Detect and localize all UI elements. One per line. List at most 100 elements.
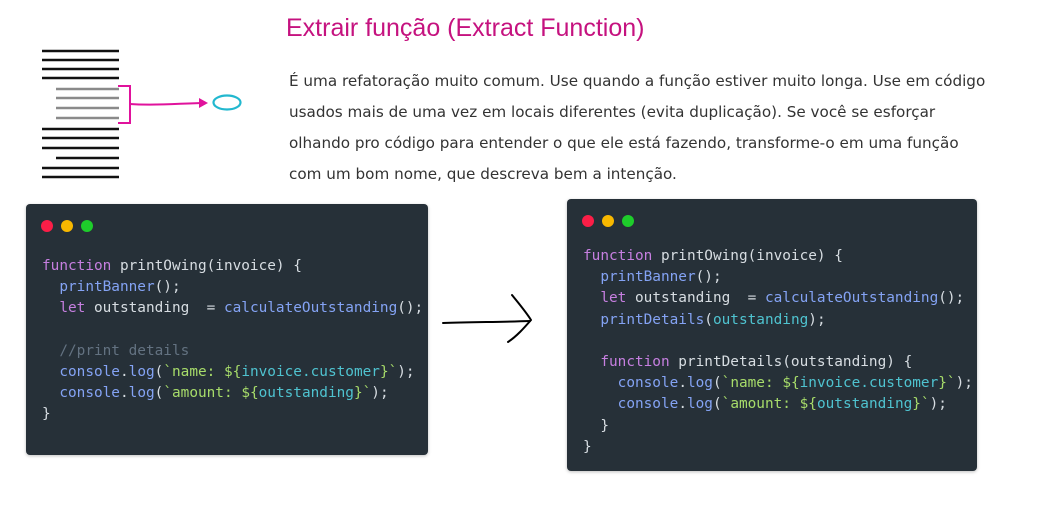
- code-line: let outstanding = calculateOutstanding()…: [42, 300, 423, 316]
- code-token: outstanding: [816, 396, 913, 413]
- code-token: calculateOutstanding: [223, 300, 398, 317]
- code-token: }: [42, 406, 51, 423]
- code-token: }`: [912, 396, 930, 413]
- code-token: }`: [353, 385, 372, 402]
- code-token: (: [712, 396, 722, 413]
- code-token: calculateOutstanding: [764, 290, 939, 307]
- code-token: printDetails(outstanding) {: [669, 354, 913, 371]
- code-token: function: [42, 258, 112, 274]
- code-token: invoice.customer: [799, 375, 939, 392]
- code-token: ();: [695, 269, 722, 286]
- code-token: );: [371, 385, 389, 402]
- code-line: function printOwing(invoice) {: [583, 248, 843, 264]
- code-token: }: [583, 438, 592, 455]
- code-token: `amount:: [163, 385, 242, 402]
- code-token: `name:: [721, 375, 783, 392]
- page-title: Extrair função (Extract Function): [286, 14, 645, 42]
- code-window-after: function printOwing(invoice) { printBann…: [567, 199, 977, 471]
- code-token: .: [678, 396, 687, 413]
- code-token: outstanding: [258, 385, 354, 402]
- code-token: log: [686, 375, 713, 392]
- code-line: let outstanding = calculateOutstanding()…: [583, 290, 964, 306]
- close-dot-icon: [582, 215, 594, 227]
- code-line: function printOwing(invoice) {: [42, 258, 302, 274]
- code-token: //print details: [59, 342, 190, 359]
- code-token: printBanner: [600, 269, 696, 286]
- code-token: `name:: [163, 364, 224, 381]
- code-line: printBanner();: [42, 279, 181, 296]
- code-token: printOwing(invoice) {: [652, 248, 843, 264]
- right-arrow-icon: [440, 290, 536, 351]
- code-token: (: [704, 311, 713, 328]
- code-token: log: [128, 385, 155, 402]
- code-block-after: function printOwing(invoice) { printBann…: [583, 246, 973, 458]
- code-window-before: function printOwing(invoice) { printBann…: [26, 204, 428, 455]
- code-token: }: [583, 417, 609, 434]
- extract-function-diagram: [38, 46, 248, 191]
- code-token: ();: [938, 290, 965, 307]
- code-token: console: [617, 375, 679, 392]
- code-token: printBanner: [59, 279, 155, 296]
- code-token: (: [712, 375, 722, 392]
- code-token: ${: [223, 364, 242, 381]
- code-line: console.log(`amount: ${outstanding}`);: [42, 385, 389, 402]
- code-line: function printDetails(outstanding) {: [583, 354, 912, 370]
- close-dot-icon: [41, 220, 53, 232]
- code-line: console.log(`name: ${invoice.customer}`)…: [42, 364, 414, 381]
- code-token: );: [808, 311, 826, 328]
- code-token: ${: [782, 375, 800, 392]
- code-token: `amount:: [721, 396, 800, 413]
- code-line: console.log(`name: ${invoice.customer}`)…: [583, 375, 973, 391]
- code-token: outstanding: [712, 311, 809, 328]
- code-token: ${: [799, 396, 817, 413]
- code-token: function: [583, 248, 653, 264]
- minimize-dot-icon: [602, 215, 614, 227]
- code-token: log: [128, 364, 155, 381]
- code-token: console: [617, 396, 679, 413]
- code-block-before: function printOwing(invoice) { printBann…: [42, 256, 423, 426]
- maximize-dot-icon: [81, 220, 93, 232]
- code-token: );: [929, 396, 947, 413]
- code-line: printDetails(outstanding);: [583, 311, 826, 328]
- minimize-dot-icon: [61, 220, 73, 232]
- code-token: console: [59, 364, 120, 381]
- code-token: );: [955, 375, 973, 392]
- code-token: ();: [397, 300, 424, 317]
- code-token: ${: [241, 385, 259, 402]
- code-token: outstanding =: [85, 300, 224, 317]
- code-line: //print details: [42, 343, 189, 359]
- code-line: }: [42, 406, 51, 422]
- code-token: invoice.customer: [241, 364, 380, 381]
- code-token: printDetails: [600, 311, 705, 328]
- code-token: printOwing(invoice) {: [111, 258, 302, 274]
- code-token: .: [119, 385, 129, 402]
- code-token: }`: [938, 375, 956, 392]
- code-token: outstanding =: [626, 290, 765, 307]
- code-line: printBanner();: [583, 269, 722, 286]
- code-line: }: [583, 439, 592, 455]
- code-line: console.log(`amount: ${outstanding}`);: [583, 396, 947, 412]
- maximize-dot-icon: [622, 215, 634, 227]
- code-token: }`: [379, 364, 398, 381]
- code-token: let: [59, 300, 86, 317]
- code-token: let: [600, 290, 627, 307]
- description-text: É uma refatoração muito comum. Use quand…: [289, 72, 986, 183]
- code-line: }: [583, 418, 609, 434]
- code-token: log: [686, 396, 713, 413]
- code-token: .: [119, 364, 129, 381]
- code-token: ();: [154, 279, 181, 296]
- code-token: console: [59, 385, 120, 402]
- code-token: function: [600, 354, 670, 371]
- code-token: .: [678, 375, 687, 392]
